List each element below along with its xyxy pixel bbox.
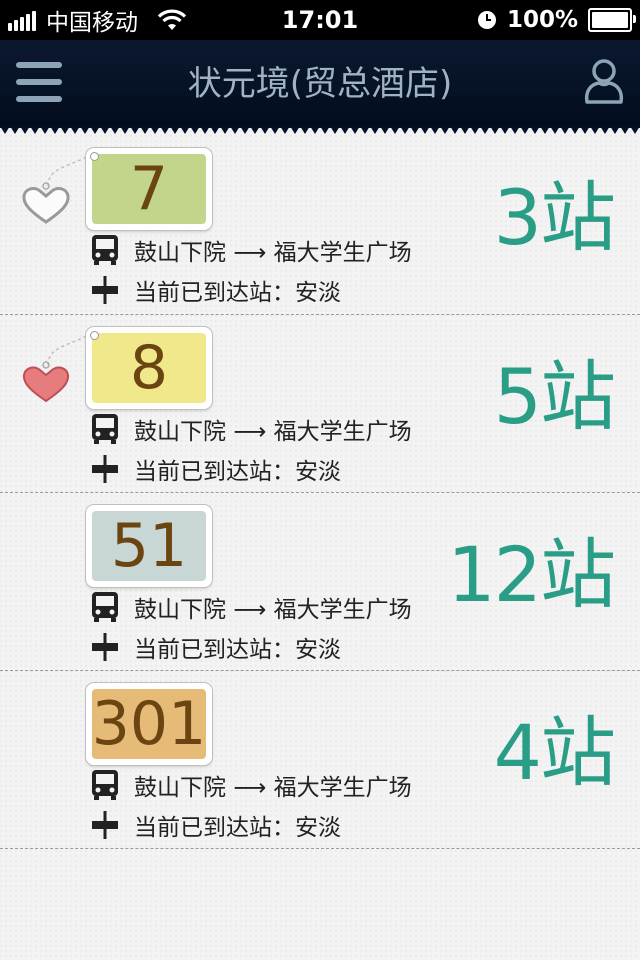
stops-remaining: 12站	[447, 530, 616, 619]
station-icon	[92, 455, 118, 483]
clock-icon	[477, 11, 496, 29]
bus-route-list: 7 鼓山下院 ⟶ 福大学生广场 当前已到达站：安淡 3站 8 鼓山下院 ⟶ 福大…	[0, 136, 640, 849]
current-station-name: 安淡	[295, 815, 341, 841]
heart-filled-icon[interactable]	[20, 361, 72, 405]
route-row[interactable]: 7 鼓山下院 ⟶ 福大学生广场 当前已到达站：安淡 3站	[0, 136, 640, 315]
current-station-name: 安淡	[295, 280, 341, 306]
bus-icon	[92, 235, 118, 265]
battery-percent: 100%	[506, 7, 578, 33]
battery-icon	[588, 8, 636, 32]
status-bar: 中国移动 17:01 100%	[0, 0, 640, 40]
heart-outline-icon[interactable]	[20, 182, 72, 226]
user-icon	[584, 59, 624, 104]
route-number-tag: 301	[86, 683, 212, 765]
bus-icon	[92, 592, 118, 622]
route-number-tag: 51	[86, 505, 212, 587]
station-icon	[92, 633, 118, 661]
route-direction: 鼓山下院 ⟶ 福大学生广场	[134, 419, 412, 445]
station-icon	[92, 276, 118, 304]
route-number-tag: 8	[86, 327, 212, 409]
stops-remaining: 4站	[493, 708, 616, 797]
route-number-tag: 7	[86, 148, 212, 230]
current-station-label: 当前已到达站：	[134, 280, 295, 306]
page-title: 状元境(贸总酒店)	[187, 64, 453, 104]
navbar-zigzag-edge	[0, 126, 640, 134]
stops-remaining: 5站	[493, 352, 616, 441]
route-row[interactable]: 301 鼓山下院 ⟶ 福大学生广场 当前已到达站：安淡 4站	[0, 671, 640, 849]
bus-icon	[92, 770, 118, 800]
route-direction: 鼓山下院 ⟶ 福大学生广场	[134, 775, 412, 801]
route-direction: 鼓山下院 ⟶ 福大学生广场	[134, 240, 412, 266]
station-icon	[92, 811, 118, 839]
current-station-name: 安淡	[295, 637, 341, 663]
bus-icon	[92, 414, 118, 444]
stops-remaining: 3站	[493, 173, 616, 262]
route-number: 7	[92, 154, 206, 224]
menu-button[interactable]	[16, 62, 62, 102]
current-station-label: 当前已到达站：	[134, 815, 295, 841]
route-direction: 鼓山下院 ⟶ 福大学生广场	[134, 597, 412, 623]
current-station-name: 安淡	[295, 459, 341, 485]
route-row[interactable]: 51 鼓山下院 ⟶ 福大学生广场 当前已到达站：安淡 12站	[0, 493, 640, 671]
current-station-label: 当前已到达站：	[134, 637, 295, 663]
nav-bar: 状元境(贸总酒店)	[0, 40, 640, 134]
route-number: 8	[92, 333, 206, 403]
current-station-label: 当前已到达站：	[134, 459, 295, 485]
route-row[interactable]: 8 鼓山下院 ⟶ 福大学生广场 当前已到达站：安淡 5站	[0, 315, 640, 493]
menu-icon	[16, 62, 62, 68]
route-number: 301	[91, 689, 207, 759]
route-number: 51	[92, 511, 206, 581]
user-button[interactable]	[582, 56, 626, 106]
